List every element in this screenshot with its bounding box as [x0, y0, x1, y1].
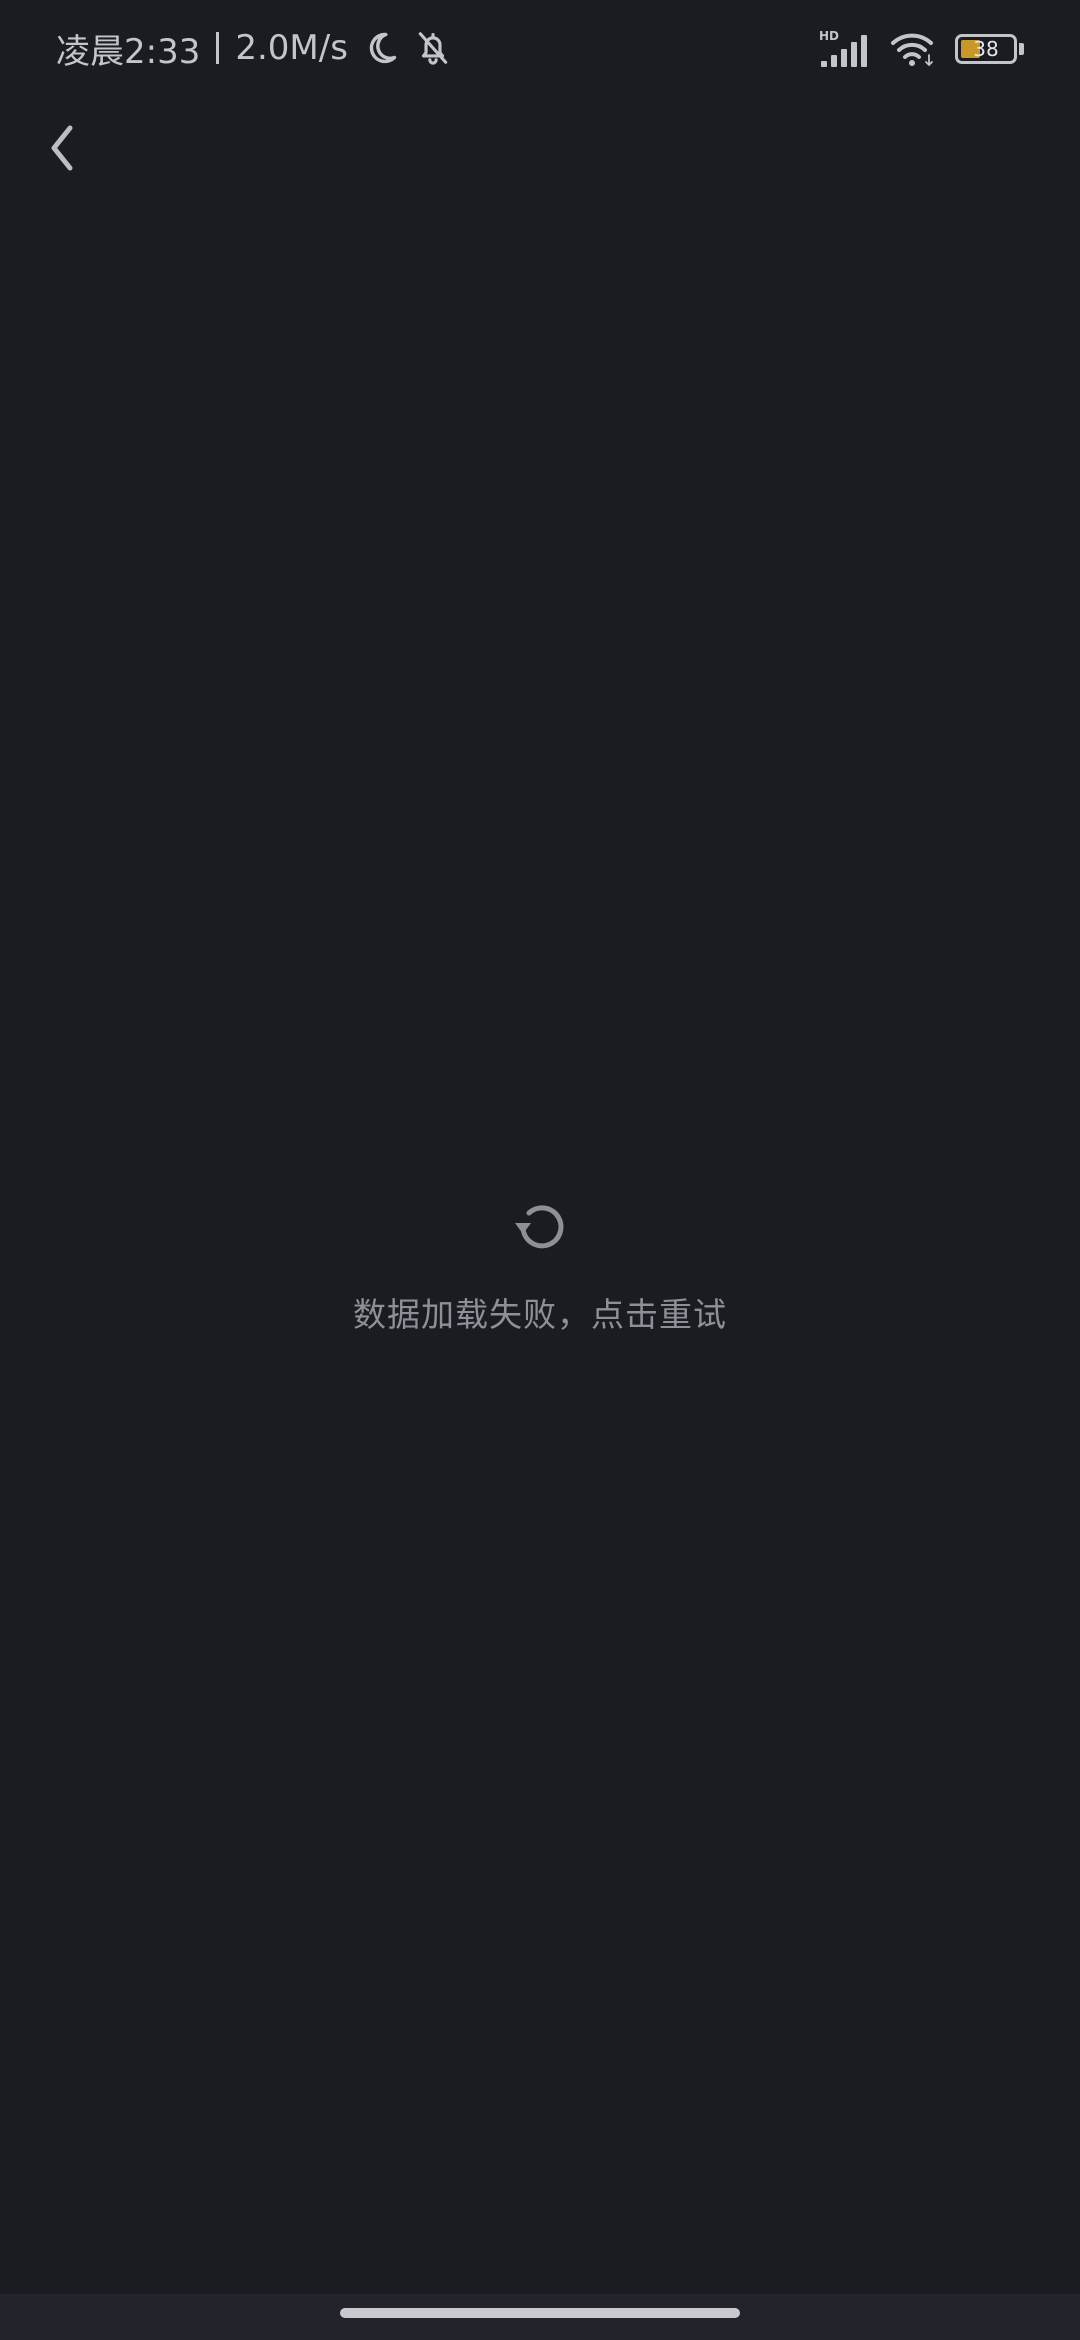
status-separator	[216, 32, 220, 64]
back-button[interactable]	[30, 118, 94, 182]
chevron-left-icon	[42, 120, 82, 180]
status-time: 凌晨2:33	[56, 31, 201, 72]
status-right: HD 38	[819, 24, 1024, 74]
battery-cap	[1019, 43, 1024, 55]
error-message: 数据加载失败，点击重试	[353, 1295, 727, 1334]
status-left: 凌晨2:33 2.0M/s	[56, 22, 452, 74]
bell-off-icon	[414, 29, 452, 67]
wifi-icon	[889, 29, 937, 69]
home-indicator[interactable]	[340, 2308, 740, 2318]
refresh-icon	[509, 1196, 571, 1262]
status-bar: 凌晨2:33 2.0M/s HD 38	[0, 0, 1080, 96]
error-retry-area[interactable]: 数据加载失败，点击重试	[0, 1196, 1080, 1336]
battery-icon: 38	[955, 34, 1017, 64]
moon-icon	[362, 29, 400, 67]
signal-hd-label: HD	[819, 29, 839, 43]
signal-icon: HD	[819, 29, 871, 69]
battery-level: 38	[973, 37, 999, 61]
network-speed: 2.0M/s	[235, 28, 348, 68]
